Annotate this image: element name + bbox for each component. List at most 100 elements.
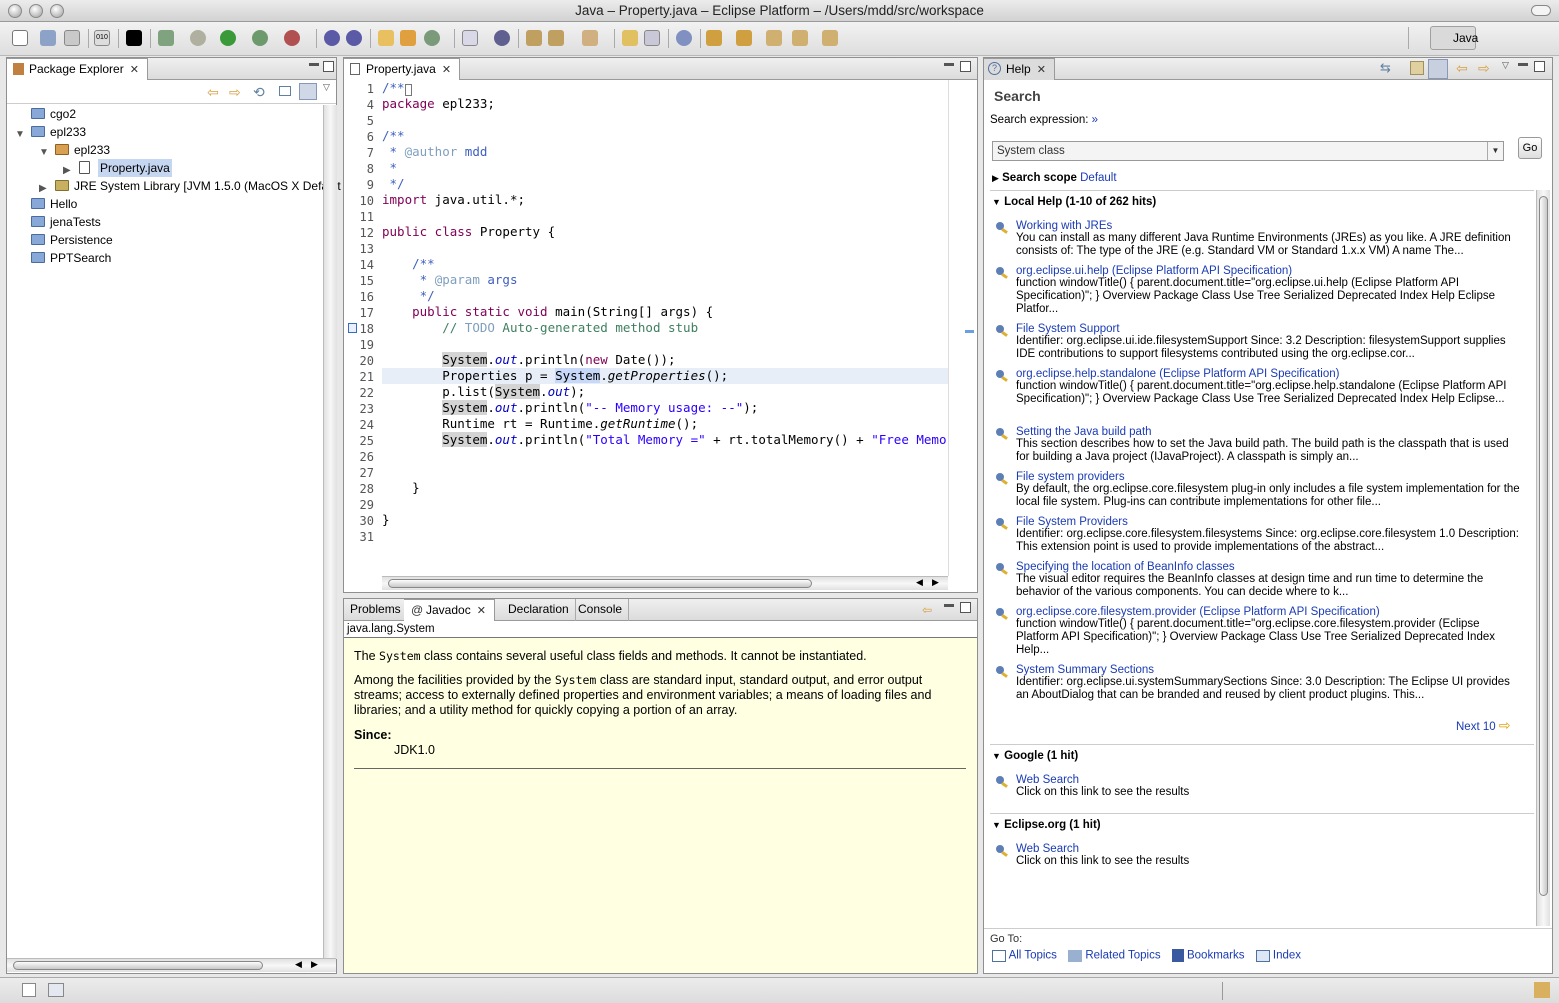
close-icon[interactable]: ✕ (477, 601, 486, 621)
open-task-icon[interactable] (462, 30, 478, 46)
related-topics-link[interactable]: Related Topics (1085, 950, 1160, 962)
open-folder-icon[interactable] (526, 30, 542, 46)
fast-view-icon[interactable] (22, 983, 36, 997)
package-tree-item[interactable]: cgo2 (7, 105, 323, 123)
help-vscroll[interactable] (1536, 190, 1550, 926)
show-view-icon[interactable] (48, 983, 64, 997)
refresh-icon[interactable] (424, 30, 440, 46)
code-area[interactable]: /** package epl233; /** * @author mdd * … (382, 80, 948, 576)
chevron-down-icon[interactable]: ▼ (1487, 142, 1503, 160)
window-icon[interactable] (644, 30, 660, 46)
terminal-icon[interactable] (126, 30, 142, 46)
search-result-item[interactable]: org.eclipse.ui.help (Eclipse Platform AP… (994, 265, 1524, 316)
package-tree-item[interactable]: ▼ epl233 (7, 123, 323, 141)
eclipse-result-title[interactable]: Web Search (1016, 843, 1524, 855)
view-menu-icon[interactable]: ▽ (323, 82, 330, 93)
forward-arrow-icon[interactable]: ⇨ (229, 84, 241, 101)
search-result-item[interactable]: org.eclipse.help.standalone (Eclipse Pla… (994, 368, 1524, 406)
search-result-title[interactable]: org.eclipse.ui.help (Eclipse Platform AP… (1016, 265, 1524, 277)
google-result-title[interactable]: Web Search (1016, 774, 1524, 786)
open-hierarchy-icon[interactable] (400, 30, 416, 46)
tab-console[interactable]: Console (572, 599, 630, 621)
close-icon[interactable]: ✕ (130, 60, 139, 80)
minimize-window-button[interactable] (29, 4, 43, 18)
eclipse-result[interactable]: Web Search Click on this link to see the… (994, 843, 1524, 868)
close-icon[interactable]: ✕ (442, 60, 451, 80)
open-declaration-icon[interactable]: ⇦ (922, 603, 932, 617)
search-result-item[interactable]: org.eclipse.core.filesystem.provider (Ec… (994, 606, 1524, 657)
tab-declaration[interactable]: Declaration (502, 599, 576, 621)
index-link[interactable]: Index (1273, 950, 1301, 962)
bookmarks-link[interactable]: Bookmarks (1187, 950, 1245, 962)
back-arrow-icon[interactable]: ⇦ (207, 84, 219, 101)
collapse-all-icon[interactable] (279, 86, 291, 96)
link-with-editor-icon[interactable] (299, 83, 317, 100)
package-tree-item[interactable]: ▶ JRE System Library [JVM 1.5.0 (MacOS X … (7, 177, 341, 195)
forward-icon[interactable] (822, 30, 838, 46)
view-menu-icon[interactable]: ▽ (1502, 60, 1509, 71)
scroll-left-icon[interactable]: ◀ (916, 577, 923, 588)
search-result-title[interactable]: File system providers (1016, 471, 1524, 483)
search-icon[interactable] (494, 30, 510, 46)
previous-annotation-icon[interactable] (736, 30, 752, 46)
last-edit-icon[interactable] (766, 30, 782, 46)
close-icon[interactable]: ✕ (1037, 60, 1046, 80)
package-tree-item[interactable]: ▼ epl233 (7, 141, 323, 159)
package-tree-item[interactable]: PPTSearch (7, 249, 323, 267)
binary-icon[interactable]: 010 (94, 30, 110, 46)
maximize-icon[interactable] (1534, 61, 1545, 72)
task-marker-icon[interactable] (348, 323, 357, 333)
go-button[interactable]: Go (1518, 137, 1542, 159)
back-icon[interactable] (792, 30, 808, 46)
highlight-icon[interactable] (622, 30, 638, 46)
show-all-icon[interactable] (1410, 61, 1424, 75)
search-result-title[interactable]: Setting the Java build path (1016, 426, 1524, 438)
search-result-title[interactable]: Working with JREs (1016, 220, 1524, 232)
maximize-icon[interactable] (960, 602, 971, 613)
eclipse-header[interactable]: ▼ Eclipse.org (1 hit) (992, 819, 1101, 831)
close-window-button[interactable] (8, 4, 22, 18)
tab-property-java[interactable]: Property.java ✕ (344, 58, 461, 80)
debug-icon[interactable] (190, 30, 206, 46)
print-icon[interactable] (64, 30, 80, 46)
sync-icon[interactable]: ⇆ (1380, 60, 1391, 76)
search-result-item[interactable]: Specifying the location of BeanInfo clas… (994, 561, 1524, 599)
scroll-left-icon[interactable]: ◀ (295, 959, 302, 970)
search-result-item[interactable]: Working with JREs You can install as many… (994, 220, 1524, 258)
local-help-header[interactable]: ▼ Local Help (1-10 of 262 hits) (992, 196, 1156, 208)
back-arrow-icon[interactable]: ⇦ (1456, 60, 1468, 77)
maximize-icon[interactable] (960, 61, 971, 72)
search-expression-link[interactable]: » (1092, 114, 1098, 126)
google-header[interactable]: ▼ Google (1 hit) (992, 750, 1078, 762)
next-10-link[interactable]: Next 10 ⇨ (1456, 717, 1511, 734)
new-package-icon[interactable] (324, 30, 340, 46)
search-result-title[interactable]: Specifying the location of BeanInfo clas… (1016, 561, 1524, 573)
open-type-icon[interactable] (378, 30, 394, 46)
minimize-icon[interactable] (309, 63, 319, 66)
toolbar-toggle-button[interactable] (1531, 5, 1551, 16)
search-result-item[interactable]: Setting the Java build path This section … (994, 426, 1524, 464)
new-class-icon[interactable] (346, 30, 362, 46)
zoom-window-button[interactable] (50, 4, 64, 18)
new-file-icon[interactable] (12, 30, 28, 46)
search-result-item[interactable]: System Summary Sections Identifier: org.e… (994, 664, 1524, 702)
maximize-icon[interactable] (323, 61, 334, 72)
search-result-item[interactable]: File System Support Identifier: org.eclip… (994, 323, 1524, 361)
scroll-right-icon[interactable]: ▶ (311, 959, 318, 970)
package-explorer-hscroll[interactable]: ◀ ▶ (7, 958, 336, 972)
tab-javadoc[interactable]: @ Javadoc ✕ (404, 599, 495, 621)
editor-hscroll-thumb[interactable] (388, 579, 812, 588)
pencil-icon[interactable] (548, 30, 564, 46)
search-scope-value[interactable]: Default (1080, 172, 1116, 184)
toggle-search-icon[interactable] (1428, 59, 1448, 79)
progress-icon[interactable] (1534, 982, 1550, 998)
package-tree-item[interactable]: jenaTests (7, 213, 323, 231)
search-result-title[interactable]: File System Providers (1016, 516, 1524, 528)
tab-problems[interactable]: Problems (344, 599, 408, 621)
minimize-icon[interactable] (1518, 63, 1528, 66)
package-explorer-vscroll[interactable] (323, 105, 337, 959)
build-icon[interactable] (158, 30, 174, 46)
scroll-right-icon[interactable]: ▶ (932, 577, 939, 588)
search-result-item[interactable]: File System Providers Identifier: org.ecl… (994, 516, 1524, 554)
external-tools-icon[interactable] (284, 30, 300, 46)
